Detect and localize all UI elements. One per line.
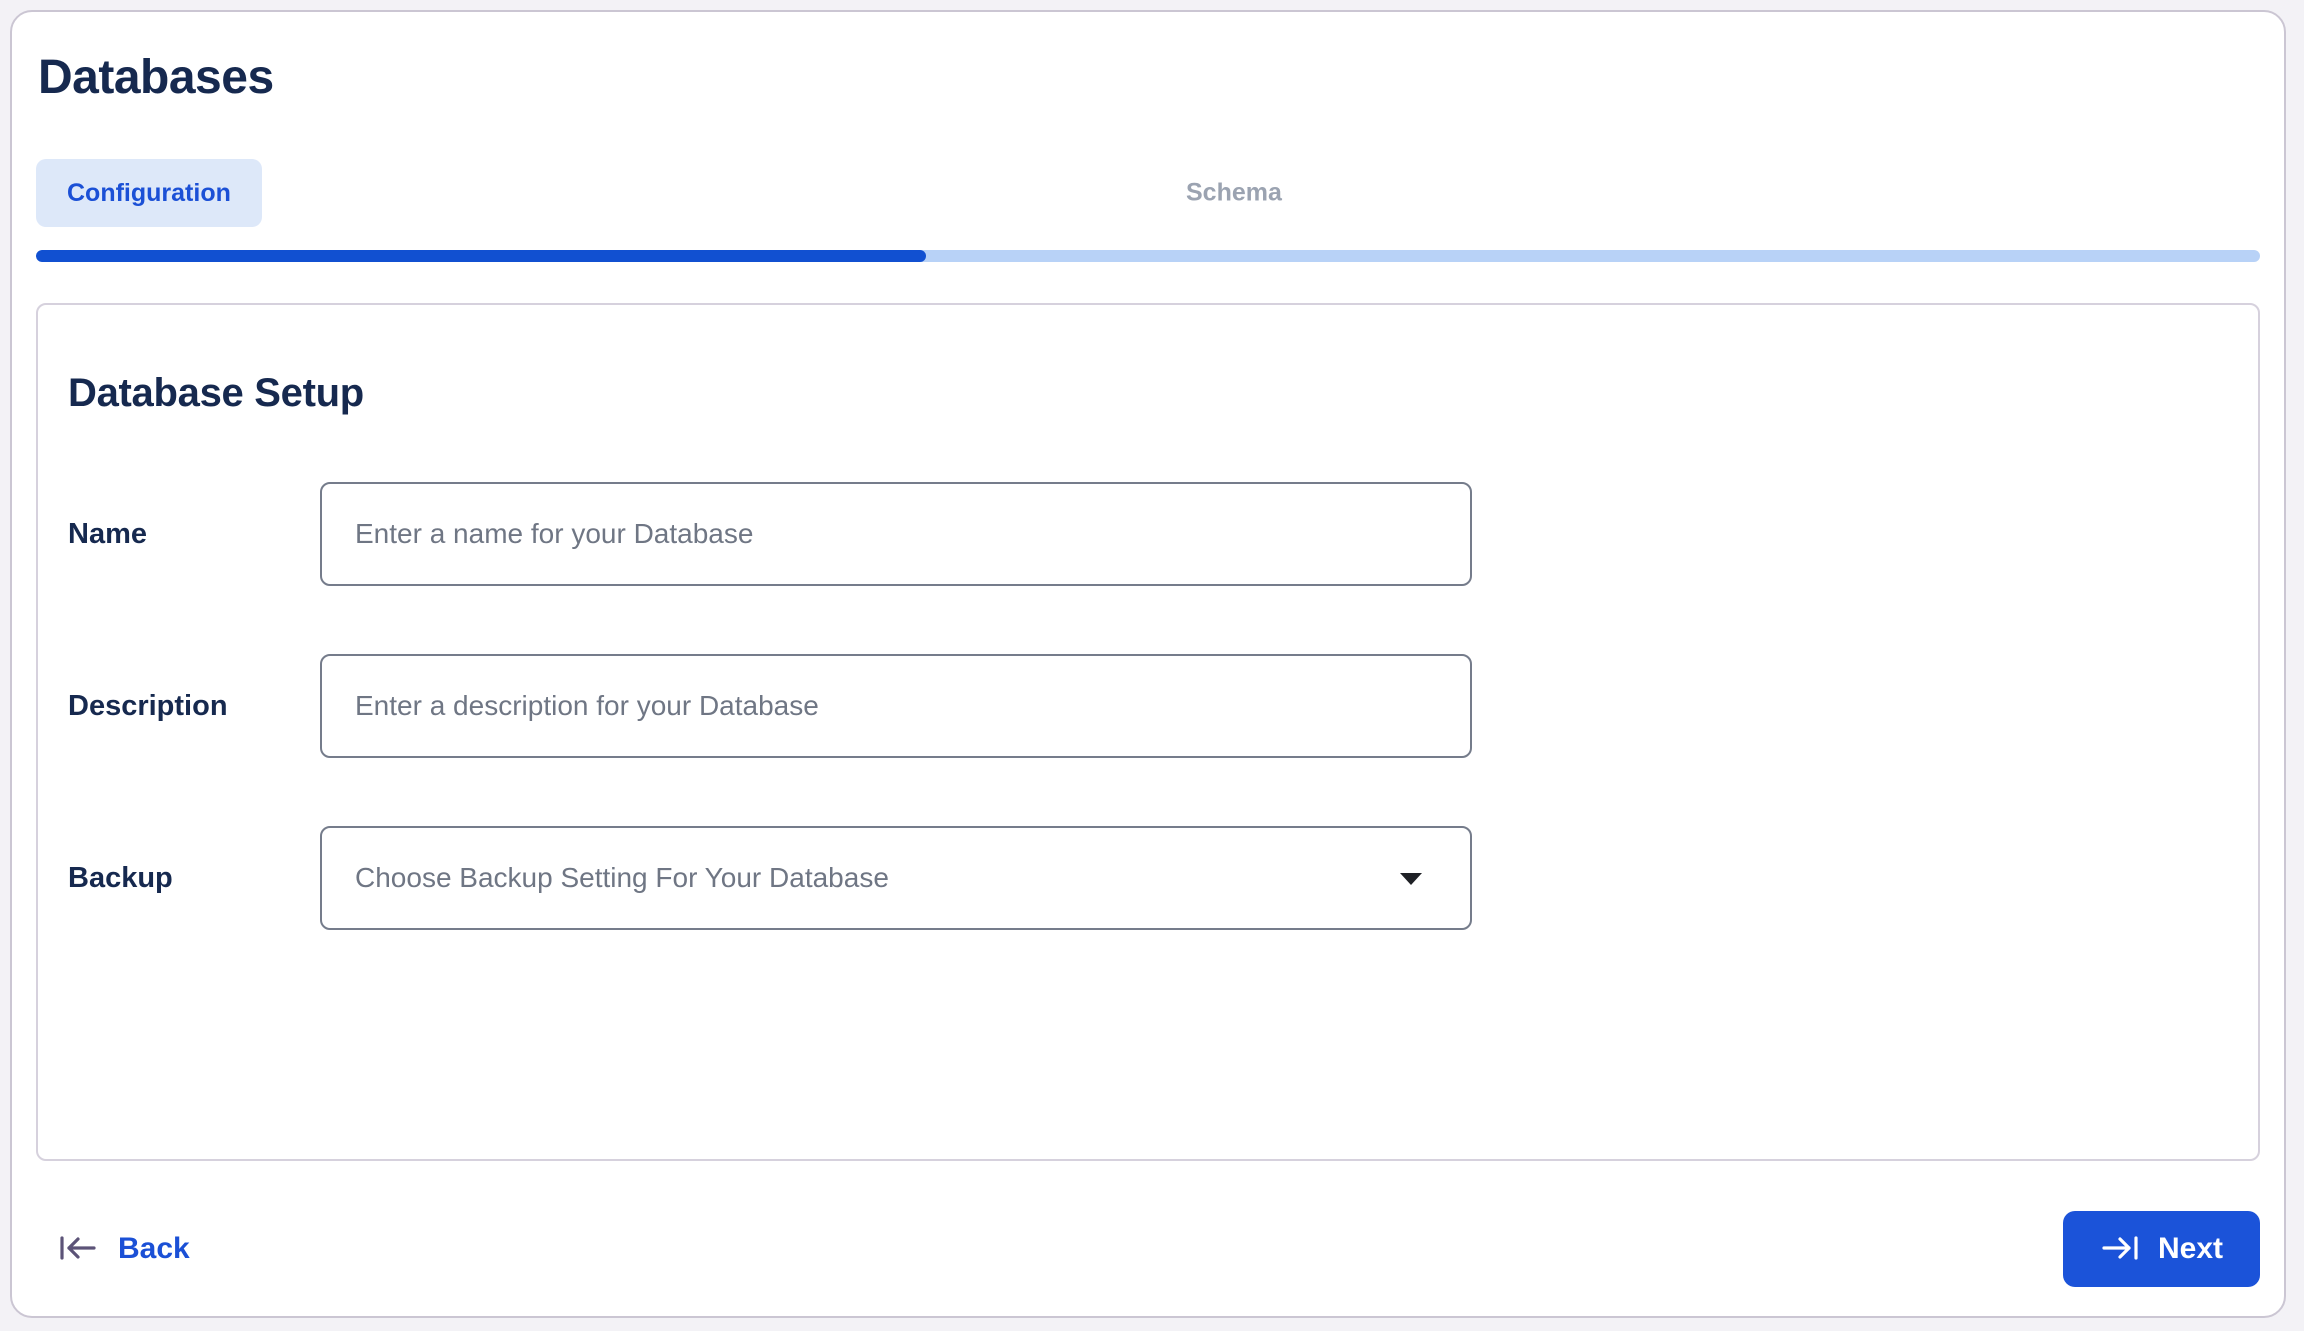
database-setup-card: Database Setup Name Description Backup C… (36, 303, 2260, 1161)
databases-window: Databases Configuration Schema Database … (10, 10, 2286, 1318)
tab-configuration-label: Configuration (67, 178, 231, 207)
tab-schema[interactable]: Schema (1186, 179, 1282, 208)
back-button-label: Back (118, 1232, 190, 1265)
arrow-left-to-bar-icon (58, 1233, 98, 1266)
name-field-label: Name (68, 517, 147, 550)
tab-configuration[interactable]: Configuration (36, 159, 262, 227)
page-title: Databases (38, 51, 274, 104)
wizard-tabs: Configuration Schema (36, 159, 2260, 227)
name-field-row: Name (68, 482, 2228, 586)
next-button-label: Next (2157, 1232, 2223, 1265)
arrow-right-to-bar-icon (2100, 1233, 2140, 1266)
description-field-row: Description (68, 654, 2228, 758)
database-setup-form: Name Description Backup Choose Backup Se… (68, 482, 2228, 930)
caret-down-icon (1399, 862, 1423, 894)
wizard-footer: Back Next (36, 1211, 2260, 1287)
back-button[interactable]: Back (58, 1232, 190, 1266)
wizard-progress-track (36, 250, 2260, 262)
backup-field-row: Backup Choose Backup Setting For Your Da… (68, 826, 2228, 930)
wizard-progress-fill (36, 250, 926, 262)
name-input[interactable] (320, 482, 1472, 586)
description-field-label: Description (68, 689, 228, 722)
description-input[interactable] (320, 654, 1472, 758)
card-title: Database Setup (68, 371, 364, 415)
backup-select[interactable]: Choose Backup Setting For Your Database (320, 826, 1472, 930)
backup-field-label: Backup (68, 861, 173, 894)
backup-select-placeholder: Choose Backup Setting For Your Database (355, 862, 889, 893)
next-button[interactable]: Next (2062, 1211, 2260, 1287)
